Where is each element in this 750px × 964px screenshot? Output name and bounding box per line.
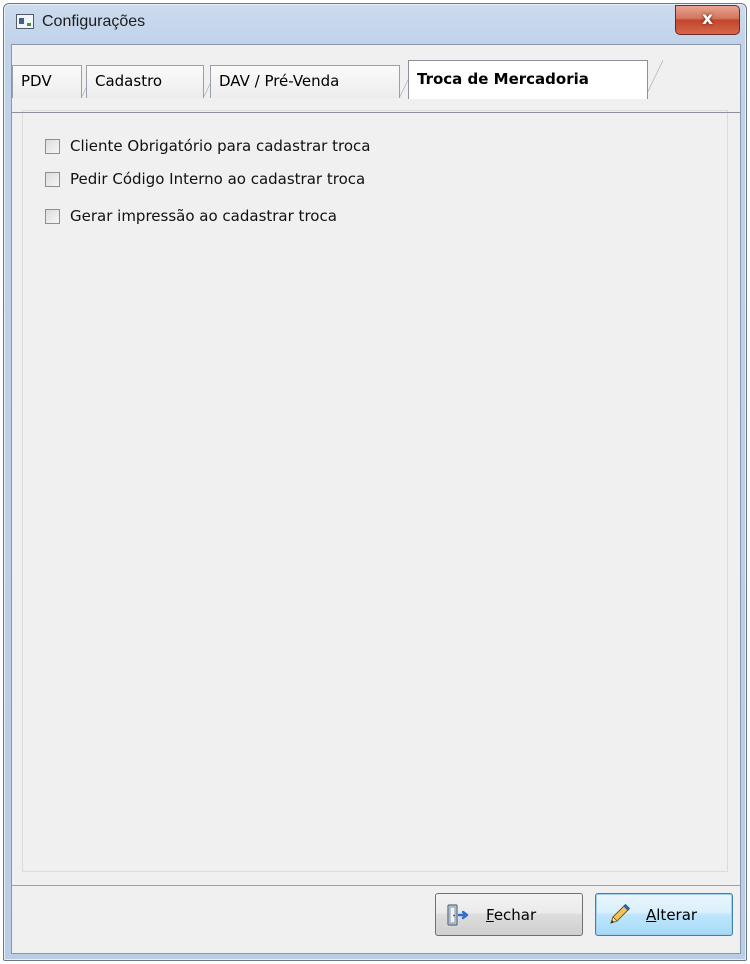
fechar-button[interactable]: Fechar bbox=[435, 893, 583, 936]
dialog-client-area: PDV Cadastro DAV / Pré-Venda Troca de Me… bbox=[11, 44, 741, 954]
tab-cadastro-label: Cadastro bbox=[95, 72, 163, 90]
window-title: Configurações bbox=[42, 13, 146, 30]
footer-separator bbox=[12, 885, 740, 886]
configuracoes-window: Configurações x PDV Cadastro DAV / Pré-V… bbox=[3, 3, 747, 961]
tab-panel-troca: Cliente Obrigatório para cadastrar troca… bbox=[22, 110, 728, 872]
pedir-codigo-interno-label: Pedir Código Interno ao cadastrar troca bbox=[70, 170, 366, 188]
option-cliente-obrigatorio[interactable]: Cliente Obrigatório para cadastrar troca bbox=[45, 134, 370, 158]
tab-baseline bbox=[12, 112, 740, 113]
option-pedir-codigo-interno[interactable]: Pedir Código Interno ao cadastrar troca bbox=[45, 167, 365, 191]
tab-troca-de-mercadoria-label: Troca de Mercadoria bbox=[417, 70, 589, 88]
exit-door-icon bbox=[447, 903, 469, 926]
cliente-obrigatorio-label: Cliente Obrigatório para cadastrar troca bbox=[70, 137, 371, 155]
tab-cadastro[interactable]: Cadastro bbox=[86, 65, 219, 98]
window-app-icon bbox=[16, 14, 34, 29]
window-close-button[interactable]: x bbox=[675, 5, 740, 35]
pedir-codigo-interno-checkbox[interactable] bbox=[45, 171, 60, 187]
fechar-button-label: Fechar bbox=[486, 905, 537, 924]
gerar-impressao-label: Gerar impressão ao cadastrar troca bbox=[70, 207, 337, 225]
tab-dav-pre-venda-label: DAV / Pré-Venda bbox=[219, 72, 340, 90]
tab-strip: PDV Cadastro DAV / Pré-Venda Troca de Me… bbox=[12, 59, 740, 113]
tab-troca-de-mercadoria[interactable]: Troca de Mercadoria bbox=[408, 60, 663, 99]
cliente-obrigatorio-checkbox[interactable] bbox=[45, 138, 60, 154]
alterar-button[interactable]: Alterar bbox=[595, 893, 733, 936]
tab-pdv[interactable]: PDV bbox=[12, 65, 97, 98]
option-gerar-impressao[interactable]: Gerar impressão ao cadastrar troca bbox=[45, 204, 337, 228]
tab-pdv-label: PDV bbox=[21, 72, 52, 90]
alterar-button-label: Alterar bbox=[646, 905, 698, 924]
title-bar[interactable]: Configurações x bbox=[4, 4, 746, 44]
tab-dav-pre-venda[interactable]: DAV / Pré-Venda bbox=[210, 65, 415, 98]
pencil-icon bbox=[610, 903, 631, 924]
gerar-impressao-checkbox[interactable] bbox=[45, 208, 60, 224]
